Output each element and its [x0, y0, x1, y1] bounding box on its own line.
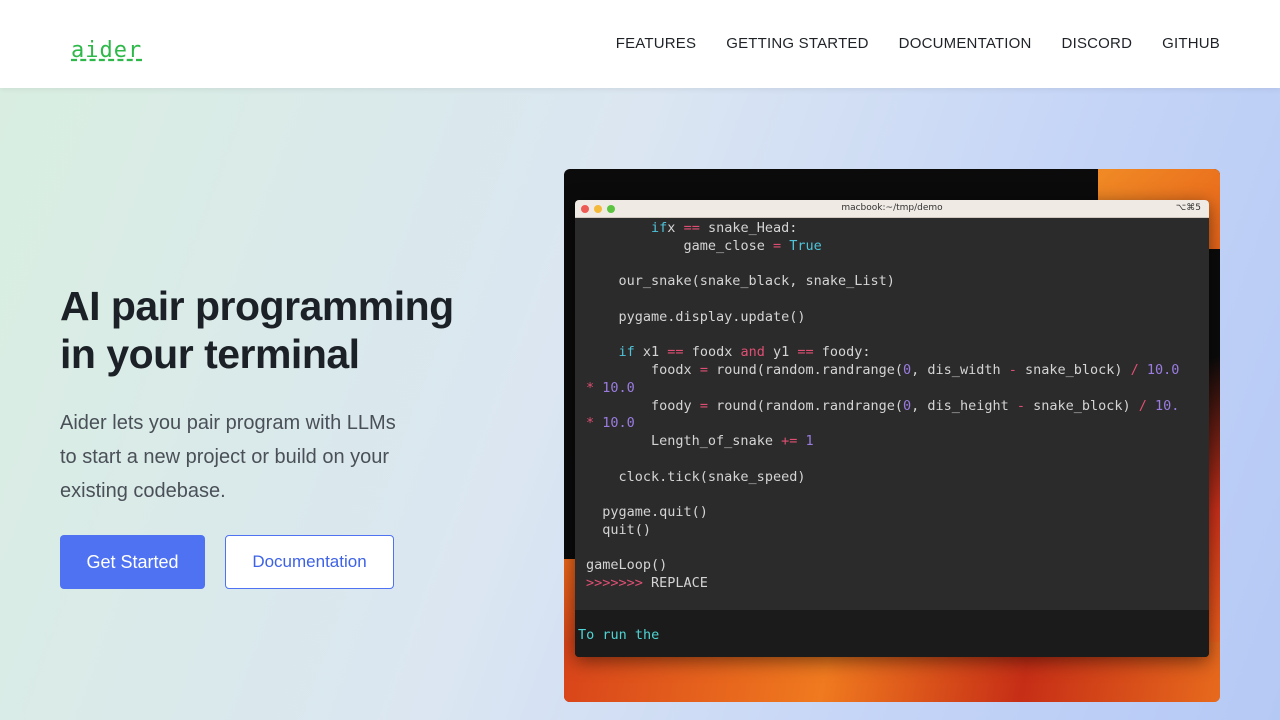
code-line: quit()	[602, 521, 652, 538]
hero-title-line1: AI pair programming	[60, 283, 454, 329]
terminal-prompt-area: To run the	[575, 610, 1209, 657]
nav-discord[interactable]: DISCORD	[1062, 35, 1133, 52]
code-line: game_close = True	[683, 237, 822, 254]
hero-text-line3: existing codebase.	[60, 480, 226, 502]
nav-getting-started[interactable]: GETTING STARTED	[726, 35, 868, 52]
terminal-window: macbook:~/tmp/demo ⌥⌘5 ifx == snake_Head…	[575, 200, 1209, 657]
code-line: * 10.0	[586, 379, 635, 396]
site-header: aider FEATURES GETTING STARTED DOCUMENTA…	[0, 0, 1280, 88]
code-line: clock.tick(snake_speed)	[618, 468, 806, 485]
code-line: foody = round(random.randrange(0, dis_he…	[651, 397, 1180, 414]
terminal-titlebar: macbook:~/tmp/demo ⌥⌘5	[575, 200, 1209, 218]
hero-description: Aider lets you pair program with LLMs to…	[60, 406, 440, 508]
code-line: * 10.0	[586, 415, 635, 432]
hero-text-line2: to start a new project or build on your	[60, 446, 390, 468]
hero-title-line2: in your terminal	[60, 331, 360, 377]
code-line: ifx == snake_Head:	[651, 220, 798, 236]
aider-logo[interactable]: aider	[71, 38, 142, 63]
code-line: if x1 == foodx and y1 == foody:	[618, 344, 871, 361]
code-line: our_snake(snake_black, snake_List)	[618, 273, 895, 290]
terminal-run-text: To run the	[578, 627, 660, 643]
demo-screenshot: macbook:~/tmp/demo ⌥⌘5 ifx == snake_Head…	[564, 169, 1220, 702]
code-line: pygame.quit()	[602, 504, 708, 520]
get-started-button[interactable]: Get Started	[60, 535, 205, 589]
code-line: Length_of_snake += 1	[651, 433, 814, 449]
code-line: pygame.display.update()	[618, 308, 806, 325]
nav-features[interactable]: FEATURES	[616, 35, 697, 52]
terminal-title: macbook:~/tmp/demo	[841, 203, 943, 213]
hero-text-line1: Aider lets you pair program with LLMs	[60, 412, 396, 434]
nav-documentation[interactable]: DOCUMENTATION	[899, 35, 1032, 52]
code-line: >>>>>>> REPLACE	[586, 575, 708, 591]
main-nav: FEATURES GETTING STARTED DOCUMENTATION D…	[616, 35, 1220, 52]
nav-github[interactable]: GITHUB	[1162, 35, 1220, 52]
terminal-shortcut: ⌥⌘5	[1175, 203, 1201, 213]
code-area: ifx == snake_Head: game_close = True our…	[575, 218, 1209, 610]
code-line: gameLoop()	[586, 557, 668, 574]
documentation-button[interactable]: Documentation	[225, 535, 394, 589]
hero-title: AI pair programming in your terminal	[60, 282, 520, 378]
code-line: foodx = round(random.randrange(0, dis_wi…	[651, 362, 1180, 378]
